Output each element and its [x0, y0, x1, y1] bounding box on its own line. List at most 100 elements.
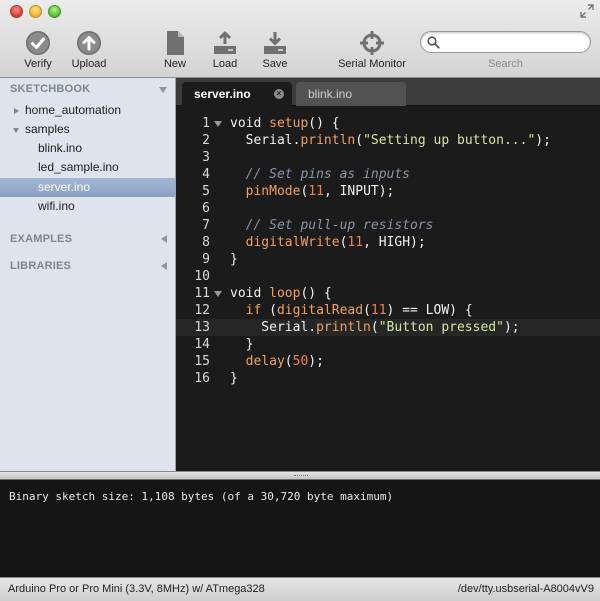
search-icon — [427, 36, 440, 49]
toolbar: Verify Upload New Load Save Serial Monit… — [0, 0, 600, 78]
minimize-window-button[interactable] — [29, 5, 42, 18]
code-token: if — [230, 303, 262, 318]
upload-arrow-icon — [77, 31, 101, 55]
code-token: "Setting up button..." — [363, 133, 536, 148]
fullscreen-icon[interactable] — [580, 4, 594, 18]
tree-item-blink[interactable]: blink.ino — [0, 139, 175, 158]
code-line[interactable]: } — [230, 336, 254, 353]
code-token: // Set pins as inputs — [230, 167, 411, 182]
save-label: Save — [262, 58, 288, 70]
code-line[interactable]: void loop() { — [230, 285, 332, 302]
code-line[interactable]: digitalWrite(11, HIGH); — [230, 234, 426, 251]
search-box[interactable] — [420, 31, 591, 53]
tree-item-label: samples — [25, 122, 70, 136]
console-output: Binary sketch size: 1,108 bytes (of a 30… — [0, 480, 600, 577]
line-number: 11 — [194, 286, 210, 301]
code-token: } — [230, 371, 238, 386]
code-token: 11 — [308, 184, 324, 199]
tab-label: server.ino — [194, 87, 251, 101]
code-token: ( — [370, 320, 379, 335]
upload-button[interactable]: Upload — [59, 30, 119, 74]
line-number: 10 — [194, 269, 210, 284]
serial-port: /dev/tty.usbserial-A8004vV9 — [457, 583, 594, 595]
tree-item-home-automation[interactable]: home_automation — [0, 101, 175, 120]
line-number: 4 — [202, 167, 210, 182]
code-line[interactable]: delay(50); — [230, 353, 324, 370]
code-line[interactable]: } — [230, 370, 238, 387]
line-number: 8 — [202, 235, 210, 250]
examples-expand-icon[interactable] — [161, 235, 167, 243]
code-line[interactable]: void setup() { — [230, 115, 340, 132]
pane-splitter[interactable] — [0, 471, 600, 480]
code-token: pinMode — [230, 184, 301, 199]
code-token: void — [230, 116, 270, 131]
tab-label: blink.ino — [308, 87, 353, 101]
code-token: 50 — [292, 354, 309, 369]
code-line[interactable]: // Set pull-up resistors — [230, 217, 434, 234]
tree-item-label: wifi.ino — [38, 199, 75, 213]
zoom-window-button[interactable] — [48, 5, 61, 18]
splitter-grip-icon[interactable] — [294, 475, 308, 477]
status-bar: Arduino Pro or Pro Mini (3.3V, 8MHz) w/ … — [0, 577, 600, 601]
code-token: digitalRead — [276, 303, 364, 318]
tab-blink-ino[interactable]: blink.ino — [296, 82, 406, 106]
code-editor[interactable]: 1 void setup() {2 Serial.println("Setting… — [176, 106, 600, 471]
code-token: println — [316, 320, 371, 335]
code-token: 11 — [347, 235, 364, 250]
code-line[interactable]: // Set pins as inputs — [230, 166, 410, 183]
save-tray-icon — [264, 32, 286, 54]
code-token: () { — [300, 286, 332, 301]
tree-item-label: blink.ino — [38, 141, 83, 155]
close-tab-icon[interactable]: × — [274, 89, 284, 99]
code-token: , HIGH); — [363, 235, 426, 250]
code-token: digitalWrite — [230, 235, 340, 250]
libraries-expand-icon[interactable] — [161, 262, 167, 270]
code-token: ); — [308, 354, 324, 369]
code-line[interactable]: if (digitalRead(11) == LOW) { — [230, 302, 473, 319]
search-input[interactable] — [443, 34, 583, 50]
line-number: 16 — [194, 371, 210, 386]
code-token: ( — [363, 303, 371, 318]
code-line[interactable]: } — [230, 251, 238, 268]
line-number: 9 — [202, 252, 210, 267]
tree-item-samples[interactable]: samples — [0, 120, 175, 139]
code-token: Serial. — [230, 320, 317, 335]
close-window-button[interactable] — [10, 5, 23, 18]
code-line[interactable]: Serial.println("Setting up button..."); — [230, 132, 551, 149]
load-tray-icon — [214, 31, 236, 54]
tree-item-wifi[interactable]: wifi.ino — [0, 197, 175, 216]
disclosure-right-icon[interactable] — [14, 108, 19, 114]
new-document-icon — [167, 31, 184, 55]
examples-header[interactable]: EXAMPLES — [10, 233, 72, 245]
tree-item-label: server.ino — [38, 180, 91, 194]
code-line[interactable]: Serial.println("Button pressed"); — [230, 319, 519, 336]
tree-item-label: led_sample.ino — [38, 160, 119, 174]
tab-bar: server.ino × blink.ino — [176, 78, 600, 106]
line-number: 15 — [194, 354, 210, 369]
code-token: ( — [284, 354, 293, 369]
code-line[interactable]: pinMode(11, INPUT); — [230, 183, 395, 200]
tree-item-led-sample[interactable]: led_sample.ino — [0, 158, 175, 177]
search-label: Search — [488, 58, 523, 70]
serial-monitor-label: Serial Monitor — [338, 58, 406, 70]
sketchbook-header[interactable]: SKETCHBOOK — [10, 83, 90, 95]
tree-item-label: home_automation — [25, 103, 122, 117]
serial-monitor-button[interactable]: Serial Monitor — [332, 30, 412, 74]
line-number: 12 — [194, 303, 210, 318]
libraries-header[interactable]: LIBRARIES — [10, 260, 71, 272]
upload-label: Upload — [71, 58, 107, 70]
sketchbook-collapse-icon[interactable] — [159, 87, 167, 93]
disclosure-down-icon[interactable] — [13, 128, 19, 133]
line-number: 6 — [202, 201, 210, 216]
code-token: Serial. — [230, 133, 301, 148]
fold-arrow-icon[interactable] — [214, 121, 222, 127]
tab-server-ino[interactable]: server.ino × — [182, 82, 292, 106]
save-button[interactable]: Save — [245, 30, 305, 74]
tree-item-server[interactable]: server.ino — [0, 178, 175, 197]
fold-arrow-icon[interactable] — [214, 291, 222, 297]
code-token: () { — [308, 116, 340, 131]
code-token: // Set pull-up resistors — [230, 218, 434, 233]
code-token: void — [230, 286, 270, 301]
code-token: ( — [261, 303, 277, 318]
code-token: loop — [269, 286, 301, 301]
